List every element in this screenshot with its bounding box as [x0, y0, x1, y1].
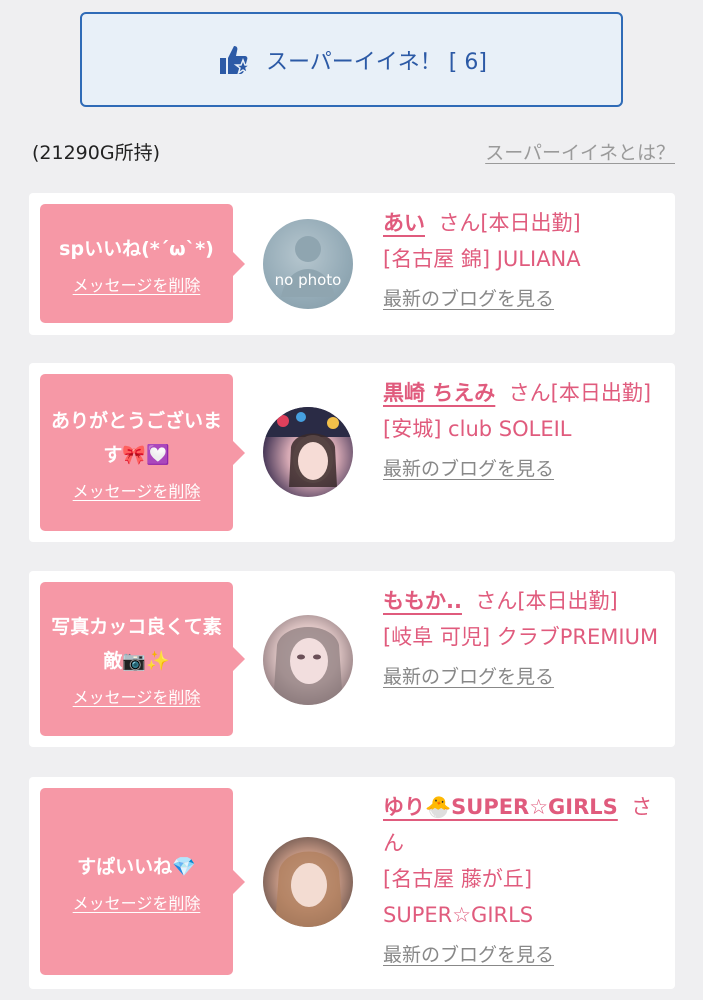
super-like-help-link[interactable]: スーパーイイネとは？	[485, 138, 675, 165]
blog-link[interactable]: 最新のブログを見る	[383, 281, 554, 317]
message-text: すぱいいね💎	[77, 855, 196, 878]
cast-name-link[interactable]: 黒崎 ちえみ	[383, 381, 495, 405]
attendance-status: [本日出勤]	[480, 211, 581, 235]
shop-name: [安城] club SOLEIL	[383, 417, 572, 441]
message-bubble: spいいね(*´ω`*) メッセージを削除	[40, 204, 245, 323]
avatar[interactable]: no photo	[263, 219, 353, 309]
cast-photo	[273, 627, 343, 705]
cast-name-link[interactable]: あい	[383, 211, 425, 235]
avatar[interactable]	[263, 407, 353, 497]
blog-link[interactable]: 最新のブログを見る	[383, 659, 554, 695]
cast-name-link[interactable]: ゆり🐣SUPER☆GIRLS	[383, 795, 618, 819]
list-item: すぱいいね💎 メッセージを削除 ゆり🐣SUPER☆GIRLS さん [名古屋 藤…	[29, 777, 675, 989]
cast-info: ももか.. さん[本日出勤] [岐阜 可児] クラブPREMIUM 最新のブログ…	[383, 583, 663, 695]
avatar[interactable]	[263, 837, 353, 927]
attendance-status: [本日出勤]	[517, 589, 618, 613]
message-text: spいいね(*´ω`*)	[59, 237, 214, 260]
thumbs-up-star-icon	[220, 45, 253, 75]
message-text: ありがとうございます🎀💟	[50, 409, 222, 466]
no-photo-icon: no photo	[275, 236, 342, 297]
blog-link[interactable]: 最新のブログを見る	[383, 937, 554, 973]
list-item: ありがとうございます🎀💟 メッセージを削除 黒崎 ちえみ さん[本日出勤] [安…	[29, 363, 675, 542]
shop-name: [名古屋 藤が丘] SUPER☆GIRLS	[383, 867, 534, 927]
message-bubble: 写真カッコ良くて素敵📷✨ メッセージを削除	[40, 582, 245, 736]
shop-name: [岐阜 可児] クラブPREMIUM	[383, 625, 659, 649]
honorific: さん	[508, 381, 551, 405]
cast-photo	[263, 407, 353, 487]
cast-info: ゆり🐣SUPER☆GIRLS さん [名古屋 藤が丘] SUPER☆GIRLS …	[383, 789, 663, 973]
list-item: spいいね(*´ω`*) メッセージを削除 no photo あい さん[本日出…	[29, 193, 675, 335]
honorific: さん	[438, 211, 481, 235]
super-like-label: スーパーイイネ！ [ 6]	[266, 49, 487, 75]
blog-link[interactable]: 最新のブログを見る	[383, 451, 554, 487]
shop-name: [名古屋 錦] JULIANA	[383, 247, 581, 271]
delete-message-link[interactable]: メッセージを削除	[73, 890, 201, 914]
points-balance: (21290G所持)	[32, 142, 160, 164]
svg-text:no photo: no photo	[275, 271, 342, 289]
delete-message-link[interactable]: メッセージを削除	[73, 272, 201, 296]
list-item: 写真カッコ良くて素敵📷✨ メッセージを削除 ももか.. さん[本日出勤] [岐阜…	[29, 571, 675, 747]
message-text: 写真カッコ良くて素敵📷✨	[51, 616, 222, 672]
cast-info: あい さん[本日出勤] [名古屋 錦] JULIANA 最新のブログを見る	[383, 205, 663, 317]
delete-message-link[interactable]: メッセージを削除	[73, 478, 201, 502]
avatar[interactable]	[263, 615, 353, 705]
attendance-status: [本日出勤]	[550, 381, 652, 405]
message-bubble: ありがとうございます🎀💟 メッセージを削除	[40, 374, 245, 531]
honorific: さん	[475, 589, 518, 613]
cast-info: 黒崎 ちえみ さん[本日出勤] [安城] club SOLEIL 最新のブログを…	[383, 375, 663, 487]
cast-photo	[275, 851, 343, 927]
message-bubble: すぱいいね💎 メッセージを削除	[40, 788, 245, 975]
super-like-button[interactable]: スーパーイイネ！ [ 6]	[80, 12, 623, 107]
cast-name-link[interactable]: ももか..	[383, 589, 462, 613]
delete-message-link[interactable]: メッセージを削除	[73, 684, 201, 708]
